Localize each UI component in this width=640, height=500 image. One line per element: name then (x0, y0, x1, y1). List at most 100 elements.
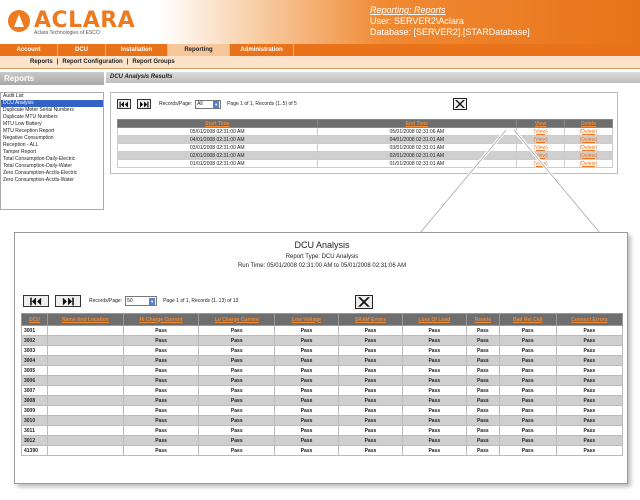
report-list-item[interactable]: Total Consumption-Daily-Water (1, 163, 103, 170)
result-cell: Pass (198, 425, 276, 436)
analysis-col-header[interactable]: Hi Charge Current (122, 313, 200, 326)
report-list-item[interactable]: Reception - ALL (1, 142, 103, 149)
delete-link[interactable]: (Delete) (564, 127, 613, 136)
report-list-item[interactable]: DCU Analysis (1, 100, 103, 107)
col-delete[interactable]: Delete (564, 119, 613, 128)
col-start-time[interactable]: Start Time (117, 119, 318, 128)
view-link[interactable]: (View) (516, 127, 566, 136)
view-link[interactable]: (View) (516, 159, 566, 168)
result-cell: Pass (338, 325, 403, 336)
result-cell: Pass (555, 405, 624, 416)
location-cell (47, 375, 124, 386)
report-list-item[interactable]: MTU Low Battery (1, 121, 103, 128)
result-cell: Pass (198, 335, 276, 346)
analysis-col-header[interactable]: SRAM Errors (338, 313, 403, 326)
result-cell: Pass (198, 435, 276, 446)
results-row: 03/01/2008 02:31:00 AM 03/01/2008 02:31:0… (117, 143, 613, 152)
result-cell: Pass (465, 425, 500, 436)
dcu-cell: 3002 (20, 335, 49, 346)
delete-link[interactable]: (Delete) (564, 151, 613, 160)
analysis-row: 3006 Pass Pass Pass Pass Pass Pass Pass Pass (20, 375, 624, 386)
first-page-button[interactable] (117, 99, 131, 109)
result-cell: Pass (498, 355, 557, 366)
col-end-time[interactable]: End Time (316, 119, 518, 128)
analysis-first-page-button[interactable] (23, 295, 49, 307)
first-page-icon (30, 297, 42, 305)
col-view[interactable]: View (516, 119, 566, 128)
close-icon (358, 297, 370, 307)
analysis-col-header[interactable]: Name And Location (47, 313, 124, 326)
result-cell: Pass (122, 375, 200, 386)
report-list-item[interactable]: Tamper Report (1, 149, 103, 156)
end-time-cell: 05/01/2008 02:31:06 AM (316, 127, 518, 136)
result-cell: Pass (198, 445, 276, 456)
result-cell: Pass (198, 405, 276, 416)
analysis-col-header[interactable]: Resets (465, 313, 500, 326)
analysis-close-button[interactable] (355, 295, 373, 309)
results-area: DCU Analysis Results Records/Page: All ▼… (106, 72, 640, 237)
view-link[interactable]: (View) (516, 151, 566, 160)
dcu-cell: 3006 (20, 375, 49, 386)
tab-dcu[interactable]: DCU (58, 44, 106, 56)
analysis-col-header[interactable]: Loss Of Load (401, 313, 467, 326)
view-link[interactable]: (View) (516, 143, 566, 152)
subnav-report-groups[interactable]: Report Groups (132, 59, 174, 65)
analysis-col-header[interactable]: Connect Errors (555, 313, 624, 326)
result-cell: Pass (498, 395, 557, 406)
tab-installation[interactable]: Installation (106, 44, 168, 56)
analysis-col-header[interactable]: Low Voltage (274, 313, 339, 326)
report-list[interactable]: Audit List DCU Analysis Duplicate Meter Se… (0, 92, 104, 210)
result-cell: Pass (555, 445, 624, 456)
location-cell (47, 345, 124, 356)
delete-link[interactable]: (Delete) (564, 143, 613, 152)
analysis-last-page-button[interactable] (55, 295, 81, 307)
page-title[interactable]: Reporting: Reports (370, 5, 530, 16)
analysis-col-header[interactable]: Lo Charge Current (198, 313, 276, 326)
result-cell: Pass (498, 435, 557, 446)
records-per-page-select[interactable]: All ▼ (195, 99, 222, 109)
results-row: 04/01/2008 02:31:00 AM 04/01/2008 02:31:0… (117, 135, 613, 144)
start-time-cell: 02/01/2008 02:31:00 AM (117, 151, 318, 160)
results-box: Records/Page: All ▼ Page 1 of 1, Records… (110, 92, 618, 174)
report-list-item[interactable]: Duplicate MTU Numbers (1, 114, 103, 121)
results-row: 01/01/2008 02:31:00 AM 01/01/2008 02:31:0… (117, 159, 613, 168)
result-cell: Pass (338, 365, 403, 376)
report-list-item[interactable]: Negative Consumption (1, 135, 103, 142)
analysis-col-header[interactable]: Bad Ret Call (498, 313, 557, 326)
dcu-analysis-panel: DCU Analysis Report Type: DCU Analysis R… (14, 232, 628, 484)
report-list-item[interactable]: Audit List (1, 93, 103, 100)
result-cell: Pass (498, 385, 557, 396)
analysis-records-per-page-select[interactable]: 50 ▼ (125, 296, 158, 306)
result-cell: Pass (122, 385, 200, 396)
report-list-item[interactable]: Duplicate Meter Serial Numbers (1, 107, 103, 114)
analysis-col-header[interactable]: DCU (20, 313, 49, 326)
location-cell (47, 395, 124, 406)
dcu-cell: 3008 (20, 395, 49, 406)
result-cell: Pass (401, 325, 467, 336)
report-list-item[interactable]: Zero Consumption-Acctls-Water (1, 177, 103, 184)
result-cell: Pass (465, 385, 500, 396)
view-link[interactable]: (View) (516, 135, 566, 144)
result-cell: Pass (555, 325, 624, 336)
delete-link[interactable]: (Delete) (564, 159, 613, 168)
last-page-button[interactable] (137, 99, 151, 109)
close-button[interactable] (453, 98, 467, 110)
result-cell: Pass (338, 345, 403, 356)
tab-administration[interactable]: Administration (230, 44, 294, 56)
dcu-cell: 3004 (20, 355, 49, 366)
report-list-item[interactable]: MTU Reception Report (1, 128, 103, 135)
report-list-item[interactable]: Zero Consumption-Acctls-Electric (1, 170, 103, 177)
subnav-reports[interactable]: Reports (30, 59, 53, 65)
result-cell: Pass (465, 415, 500, 426)
subnav-report-configuration[interactable]: Report Configuration (62, 59, 122, 65)
tab-reporting[interactable]: Reporting (168, 44, 230, 56)
report-list-item[interactable]: Total Consumption-Daily-Electric (1, 156, 103, 163)
result-cell: Pass (198, 345, 276, 356)
result-cell: Pass (465, 355, 500, 366)
tab-account[interactable]: Account (0, 44, 58, 56)
result-cell: Pass (122, 335, 200, 346)
result-cell: Pass (338, 405, 403, 416)
main-nav: Account DCU Installation Reporting Admin… (0, 44, 640, 56)
delete-link[interactable]: (Delete) (564, 135, 613, 144)
result-cell: Pass (401, 435, 467, 446)
